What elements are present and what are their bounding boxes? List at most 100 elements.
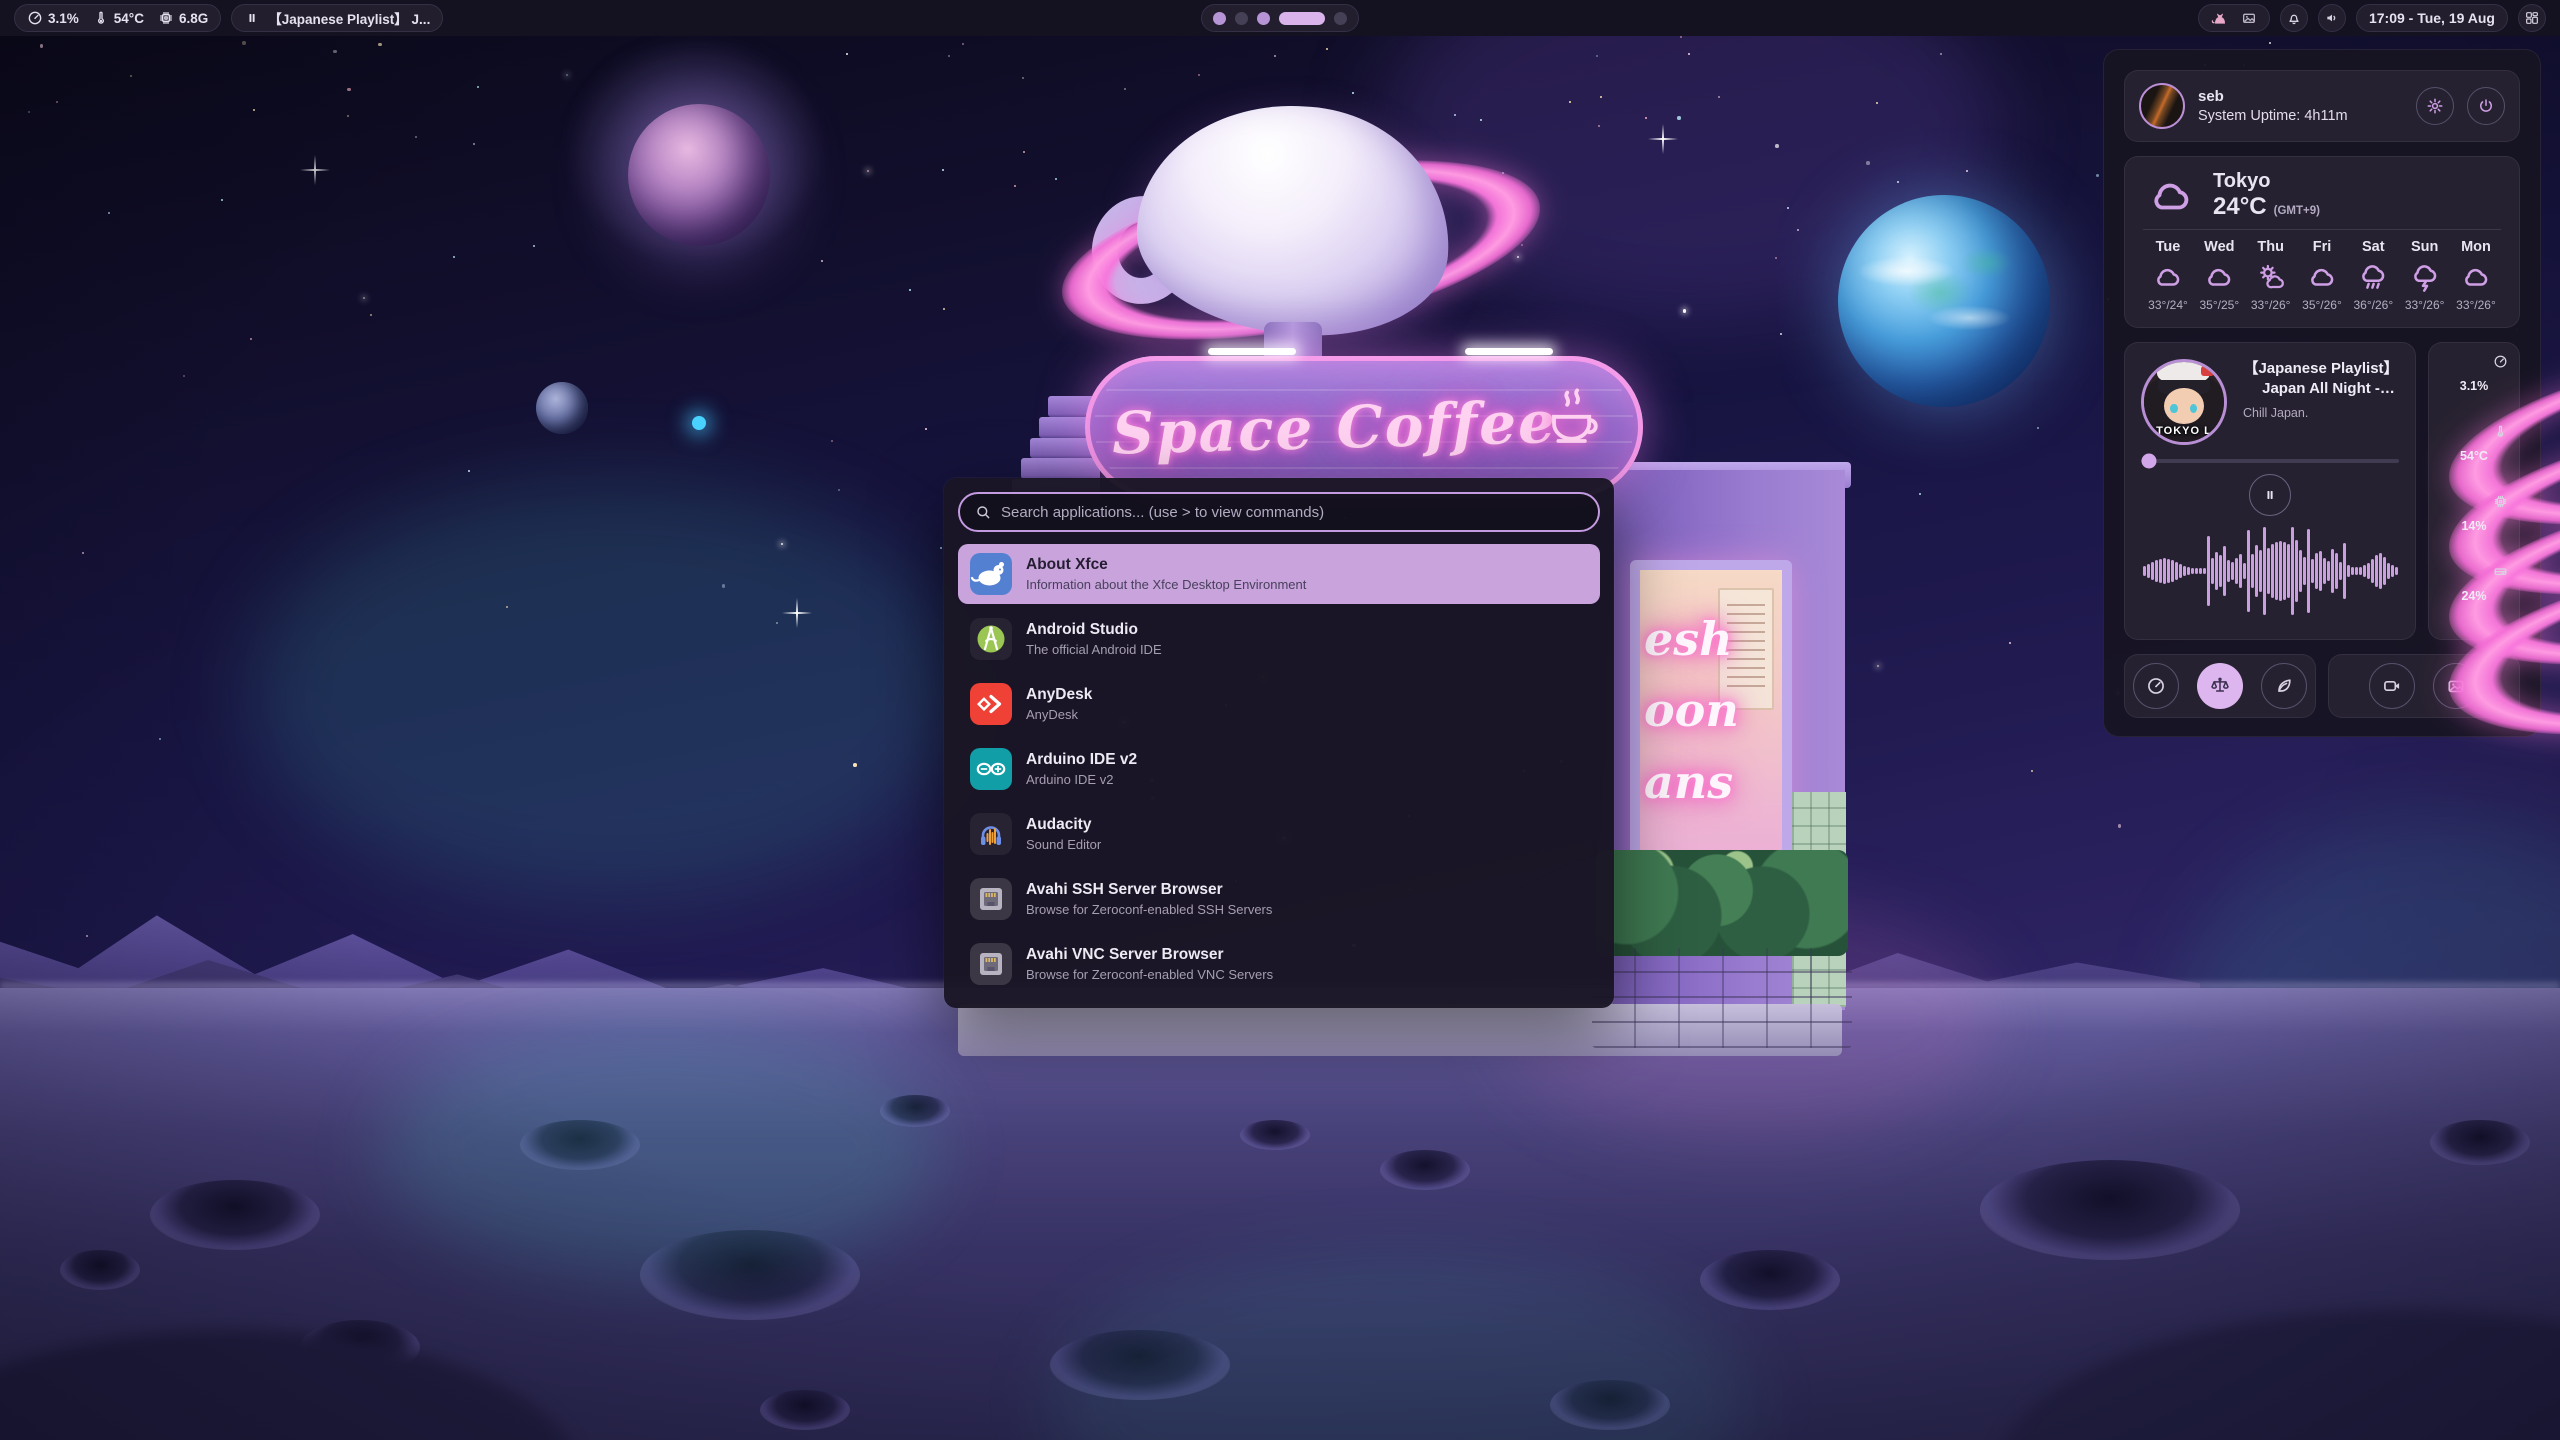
volume-button[interactable] [2318,4,2346,32]
star-glint [782,598,812,628]
app-list-item[interactable]: Avahi SSH Server BrowserBrowse for Zeroc… [958,869,1600,929]
album-art: TOKYO L [2141,359,2227,445]
app-list-item[interactable]: Avahi VNC Server BrowserBrowse for Zeroc… [958,934,1600,994]
weather-timezone: (GMT+9) [2274,205,2320,217]
visualizer-bar [2267,548,2270,594]
visualizer-bar [2199,568,2202,573]
play-pause-button[interactable] [2249,474,2291,516]
power-button[interactable] [2467,87,2505,125]
app-description: Browse for Zeroconf-enabled VNC Servers [1026,967,1273,983]
star [1014,185,1016,187]
star [242,41,246,45]
app-list-item[interactable]: Arduino IDE v2Arduino IDE v2 [958,739,1600,799]
overview-button[interactable] [2518,4,2546,32]
star [28,111,30,113]
app-list-item[interactable]: About XfceInformation about the Xfce Des… [958,544,1600,604]
planter-plants [1596,850,1848,956]
workspace-dot-active[interactable] [1279,12,1325,25]
cloud-icon [2307,262,2337,292]
star [1919,493,1921,495]
app-list-item[interactable]: Android StudioThe official Android IDE [958,609,1600,669]
topbar-right-cluster: 17:09 - Tue, 19 Aug [2198,4,2546,32]
speaker-icon [2324,10,2340,26]
seek-thumb[interactable] [2141,454,2156,469]
seek-bar[interactable] [2141,459,2399,463]
visualizer-bar [2151,562,2154,580]
visualizer-bar [2355,567,2358,574]
star [453,256,455,258]
visualizer-bar [2163,558,2166,584]
workspace-dot-empty[interactable] [1235,12,1248,25]
workspace-dot-occupied[interactable] [1257,12,1270,25]
visualizer-bar [2251,554,2254,587]
quick-settings-group-left [2124,654,2316,718]
star [948,55,950,57]
forecast-temps: 36°/26° [2353,298,2393,312]
system-stats-pill[interactable]: 3.1%54°C6.8G [14,4,221,32]
star [1866,161,1870,165]
visualizer-bar [2347,565,2350,577]
visualizer-bar [2167,559,2170,584]
leaf-quick-button[interactable] [2261,663,2307,709]
app-description: Arduino IDE v2 [1026,772,1137,788]
star-glint [1648,124,1678,154]
forecast-temps: 33°/26° [2456,298,2496,312]
thermometer-icon [2493,424,2508,439]
camera-icon [2382,676,2402,696]
star [1797,229,1799,231]
crater [1240,1120,1310,1150]
forecast-day-fri: Fri35°/26° [2297,239,2347,312]
app-list-item[interactable]: AnyDeskAnyDesk [958,674,1600,734]
star [473,143,475,145]
system-tray-pill[interactable] [2198,4,2270,32]
settings-button[interactable] [2416,87,2454,125]
partly-sunny-icon [2256,262,2286,292]
stat-value: 6.8G [179,11,208,26]
planter-box [1592,948,1852,1048]
thermometer-icon [93,10,109,26]
visualizer-bar [2279,541,2282,601]
leaf-icon [2274,676,2294,696]
visualizer-bar [2275,542,2278,600]
search-input[interactable] [1001,504,1583,521]
avatar [2139,83,2185,129]
star [776,622,778,624]
gauge-thermometer: 54°C [2445,427,2503,485]
visualizer-bar [2147,564,2150,578]
star [1600,96,1602,98]
search-bar[interactable] [958,492,1600,532]
app-list-item[interactable]: AudacitySound Editor [958,804,1600,864]
workspace-indicator[interactable] [1201,4,1359,32]
star [1645,117,1647,119]
star [1055,178,1057,180]
now-playing-label: 【Japanese Playlist】 J... [268,8,430,28]
disk-icon [2493,564,2508,579]
arduino-app-icon [970,748,1012,790]
star [1718,96,1720,98]
speedometer-quick-button[interactable] [2133,663,2179,709]
star [82,552,84,554]
thermometer-stat: 54°C [93,10,144,26]
star [1022,77,1024,79]
screenshot-tray-icon[interactable] [2241,10,2257,26]
notifications-button[interactable] [2280,4,2308,32]
now-playing-pill[interactable]: 【Japanese Playlist】 J... [231,4,443,32]
star [477,86,479,88]
camera-quick-button[interactable] [2369,663,2415,709]
workspace-dot-occupied[interactable] [1213,12,1226,25]
app-launcher-dialog: About XfceInformation about the Xfce Des… [944,478,1614,1008]
neon-sign: Space Coffee [1085,356,1643,498]
visualizer-bar [2271,544,2274,599]
app-name: Android Studio [1026,620,1162,639]
star [2096,174,2100,178]
workspace-dot-empty[interactable] [1334,12,1347,25]
cat-tray-icon[interactable] [2211,10,2227,26]
chip-stat: 6.8G [158,10,208,26]
clock-pill[interactable]: 17:09 - Tue, 19 Aug [2356,4,2508,32]
track-title: 【Japanese Playlist】 Japan All Night - To… [2243,359,2399,399]
scales-quick-button[interactable] [2197,663,2243,709]
app-name: AnyDesk [1026,685,1092,704]
system-uptime: System Uptime: 4h11m [2198,108,2348,124]
star [942,169,944,171]
neon-coffee-cup-icon [1543,380,1609,458]
